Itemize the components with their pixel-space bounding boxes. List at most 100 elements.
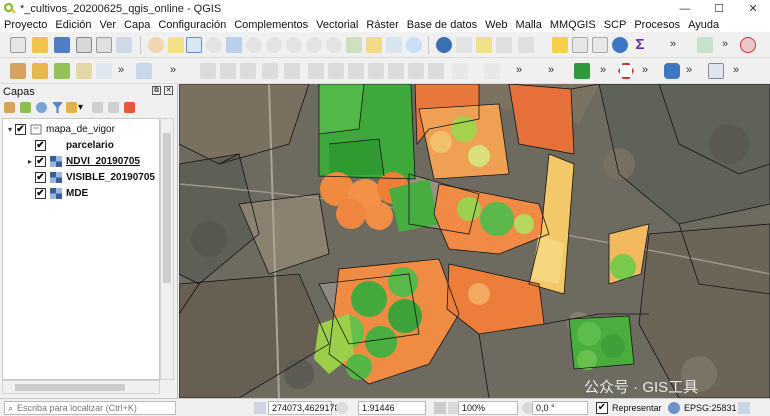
- menu-base-de-datos[interactable]: Base de datos: [403, 19, 481, 31]
- layer-visible[interactable]: ✔ VISIBLE_20190705: [25, 170, 155, 185]
- toolbar-more-icon[interactable]: »: [670, 38, 676, 50]
- layer-ndvi[interactable]: ▸ ✔ NDVI_20190705: [25, 154, 140, 169]
- select-value-icon[interactable]: [496, 37, 512, 53]
- crs-label[interactable]: EPSG:25831: [684, 403, 737, 413]
- layer-style-icon[interactable]: [4, 102, 15, 113]
- zoom-layer-icon[interactable]: [266, 37, 282, 53]
- pan-to-selection-icon[interactable]: [168, 37, 184, 53]
- paste-icon[interactable]: [388, 63, 404, 79]
- toggle-edit-icon[interactable]: [200, 63, 216, 79]
- new-project-icon[interactable]: [10, 37, 26, 53]
- pin-labels-icon[interactable]: [484, 63, 500, 79]
- add-group-icon[interactable]: [20, 102, 31, 113]
- toolbar-more-icon[interactable]: »: [722, 38, 728, 50]
- magnifier-field[interactable]: 100%: [458, 401, 518, 415]
- add-csv-icon[interactable]: [96, 63, 112, 79]
- render-checkbox[interactable]: ✔: [596, 402, 608, 414]
- gear-icon[interactable]: [612, 37, 628, 53]
- statistics-sigma-icon[interactable]: Σ: [632, 37, 648, 53]
- add-feature-icon[interactable]: [262, 63, 278, 79]
- copy-icon[interactable]: [368, 63, 384, 79]
- zoom-in-icon[interactable]: [186, 37, 202, 53]
- layer-checkbox[interactable]: ✔: [35, 140, 46, 151]
- toolbar-more-icon[interactable]: »: [686, 64, 692, 76]
- new-layer-icon[interactable]: [76, 63, 92, 79]
- layer-checkbox[interactable]: ✔: [35, 188, 46, 199]
- layer-checkbox[interactable]: ✔: [35, 156, 46, 167]
- lock-icon[interactable]: [434, 402, 446, 414]
- pan-hand-icon[interactable]: [148, 37, 164, 53]
- menu-capa[interactable]: Capa: [120, 19, 154, 31]
- locator-search-input[interactable]: ⌕ Escriba para localizar (Ctrl+K): [4, 401, 176, 415]
- help-icon[interactable]: [708, 63, 724, 79]
- coordinate-field[interactable]: 274073,4629178: [268, 401, 340, 415]
- magnet-icon[interactable]: [740, 37, 756, 53]
- scp-checkbox-icon[interactable]: [574, 63, 590, 79]
- toolbar-more-icon[interactable]: »: [170, 64, 176, 76]
- menu-proyecto[interactable]: Proyecto: [0, 19, 51, 31]
- layout-manager-icon[interactable]: [116, 37, 132, 53]
- chevron-down-icon[interactable]: ▾: [78, 102, 89, 113]
- python-console-icon[interactable]: [664, 63, 680, 79]
- layer-tree-vertical-scrollbar[interactable]: [160, 118, 174, 380]
- eye-icon[interactable]: [36, 102, 47, 113]
- maximize-button[interactable]: ☐: [702, 0, 736, 17]
- expand-all-icon[interactable]: [92, 102, 103, 113]
- zoom-full-icon[interactable]: [226, 37, 242, 53]
- filter-icon[interactable]: [52, 102, 63, 113]
- layer-group-mapa-de-vigor[interactable]: ▾ ✔ mapa_de_vigor: [5, 122, 115, 137]
- layer-checkbox[interactable]: ✔: [15, 124, 26, 135]
- menu-raster[interactable]: Ráster: [362, 19, 402, 31]
- layer-properties-icon[interactable]: [136, 63, 152, 79]
- select-features-icon[interactable]: [476, 37, 492, 53]
- zoom-last-icon[interactable]: [306, 37, 322, 53]
- label-icon[interactable]: [452, 63, 468, 79]
- open-project-icon[interactable]: [32, 37, 48, 53]
- toolbar-more-icon[interactable]: »: [516, 64, 522, 76]
- add-vector-icon[interactable]: [32, 63, 48, 79]
- toolbar-more-icon[interactable]: »: [600, 64, 606, 76]
- histogram-icon[interactable]: [697, 37, 713, 53]
- field-calculator-icon[interactable]: [592, 37, 608, 53]
- menu-malla[interactable]: Malla: [512, 19, 546, 31]
- menu-mmqgis[interactable]: MMQGIS: [546, 19, 600, 31]
- zoom-native-icon[interactable]: [286, 37, 302, 53]
- identify-icon[interactable]: [436, 37, 452, 53]
- zoom-next-icon[interactable]: [326, 37, 342, 53]
- crs-globe-icon[interactable]: [668, 402, 680, 414]
- attribute-table-icon[interactable]: [572, 37, 588, 53]
- toolbar-more-icon[interactable]: »: [118, 64, 124, 76]
- vertex-tool-icon[interactable]: [284, 63, 300, 79]
- undo-icon[interactable]: [408, 63, 424, 79]
- zoom-selection-icon[interactable]: [246, 37, 262, 53]
- menu-scp[interactable]: SCP: [600, 19, 631, 31]
- data-source-manager-icon[interactable]: [10, 63, 26, 79]
- toolbar-more-icon[interactable]: »: [548, 64, 554, 76]
- toolbar-more-icon[interactable]: »: [642, 64, 648, 76]
- hexagon-icon[interactable]: [618, 63, 634, 79]
- show-bookmarks-icon[interactable]: [386, 37, 402, 53]
- zoom-out-icon[interactable]: [206, 37, 222, 53]
- add-raster-icon[interactable]: [54, 63, 70, 79]
- map-canvas[interactable]: 公众号 · GIS工具: [179, 84, 770, 398]
- float-panel-icon[interactable]: ⧉: [152, 86, 161, 95]
- refresh-icon[interactable]: [406, 37, 422, 53]
- collapsed-arrow-icon[interactable]: ▸: [25, 157, 35, 166]
- deselect-icon[interactable]: [552, 37, 568, 53]
- layer-parcelario[interactable]: ✔ parcelario: [25, 138, 114, 153]
- menu-procesos[interactable]: Procesos: [630, 19, 684, 31]
- save-project-icon[interactable]: [54, 37, 70, 53]
- select-by-expression-icon[interactable]: [518, 37, 534, 53]
- new-map-view-icon[interactable]: [346, 37, 362, 53]
- menu-web[interactable]: Web: [481, 19, 511, 31]
- remove-layer-icon[interactable]: [124, 102, 135, 113]
- close-panel-icon[interactable]: ✕: [164, 86, 173, 95]
- layer-mde[interactable]: ✔ MDE: [25, 186, 88, 201]
- collapse-all-icon[interactable]: [108, 102, 119, 113]
- action-icon[interactable]: [456, 37, 472, 53]
- menu-vectorial[interactable]: Vectorial: [312, 19, 362, 31]
- expand-arrow-icon[interactable]: ▾: [5, 125, 15, 134]
- menu-edicion[interactable]: Edición: [51, 19, 95, 31]
- bookmark-icon[interactable]: [366, 37, 382, 53]
- rotation-field[interactable]: 0,0 °: [532, 401, 588, 415]
